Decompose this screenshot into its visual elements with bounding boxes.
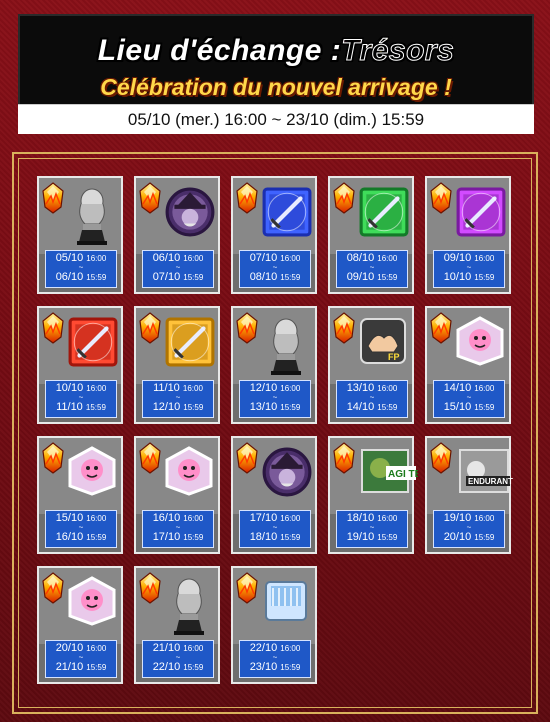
reward-art: FP: [330, 308, 412, 384]
reward-dates: 11/10 16:00 ~12/10 15:59: [142, 380, 214, 418]
reward-art: [136, 178, 218, 254]
reward-art: [330, 178, 412, 254]
reward-art: [427, 178, 509, 254]
character-card-icon: [67, 446, 117, 501]
reward-card[interactable]: 14/10 16:00 ~15/10 15:59: [425, 306, 511, 424]
reward-art: [136, 568, 218, 644]
reward-card[interactable]: 20/10 16:00 ~21/10 15:59: [37, 566, 123, 684]
reward-card[interactable]: 15/10 16:00 ~16/10 15:59: [37, 436, 123, 554]
reward-art: [39, 308, 121, 384]
reward-card[interactable]: 10/10 16:00 ~11/10 15:59: [37, 306, 123, 424]
reward-art: [136, 438, 218, 514]
reward-art: [136, 308, 218, 384]
character-card-icon: [67, 576, 117, 631]
event-subtitle: Célébration du nouvel arrivage !: [100, 74, 452, 100]
event-title-accent: Trésors: [341, 34, 455, 68]
reward-dates: 15/10 16:00 ~16/10 15:59: [45, 510, 117, 548]
reward-card[interactable]: 17/10 16:00 ~18/10 15:59: [231, 436, 317, 554]
dragon-stone-icon: [333, 442, 355, 474]
dragon-stone-icon: [42, 312, 64, 344]
svg-text:AGI TEQ: AGI TEQ: [388, 469, 418, 480]
reward-dates: 22/10 16:00 ~23/10 15:59: [239, 640, 311, 678]
sword-purple-icon: [455, 186, 507, 243]
reward-art: AGI TEQ: [330, 438, 429, 514]
reward-art: [233, 308, 315, 384]
dragon-stone-icon: [430, 182, 452, 214]
reward-dates: 07/10 16:00 ~08/10 15:59: [239, 250, 311, 288]
dragon-stone-icon: [333, 312, 355, 344]
reward-dates: 10/10 16:00 ~11/10 15:59: [45, 380, 117, 418]
reward-dates: 16/10 16:00 ~17/10 15:59: [142, 510, 214, 548]
reward-dates: 09/10 16:00 ~10/10 15:59: [433, 250, 505, 288]
silver-trophy-icon: [164, 576, 214, 641]
dragon-stone-icon: [430, 442, 452, 474]
reward-dates: 19/10 16:00 ~20/10 15:59: [433, 510, 505, 548]
reward-dates: 17/10 16:00 ~18/10 15:59: [239, 510, 311, 548]
crystal-card-icon: [261, 576, 311, 631]
dragon-stone-icon: [236, 442, 258, 474]
reward-dates: 18/10 16:00 ~19/10 15:59: [336, 510, 408, 548]
endurant-card-icon: ENDURANT: [455, 446, 517, 501]
reward-dates: 05/10 16:00 ~06/10 15:59: [45, 250, 117, 288]
reward-dates: 13/10 16:00 ~14/10 15:59: [336, 380, 408, 418]
reward-card[interactable]: 16/10 16:00 ~17/10 15:59: [134, 436, 220, 554]
dragon-stone-icon: [430, 312, 452, 344]
reward-art: [39, 438, 121, 514]
sword-gold-icon: [164, 316, 216, 373]
medal-icon: [261, 446, 313, 503]
reward-art: [39, 178, 121, 254]
character-card-icon: [455, 316, 505, 371]
reward-card[interactable]: 12/10 16:00 ~13/10 15:59: [231, 306, 317, 424]
sword-red-icon: [67, 316, 119, 373]
dragon-stone-icon: [139, 442, 161, 474]
reward-card[interactable]: 09/10 16:00 ~10/10 15:59: [425, 176, 511, 294]
reward-card[interactable]: 07/10 16:00 ~08/10 15:59: [231, 176, 317, 294]
silver-trophy-icon: [261, 316, 311, 381]
dragon-stone-icon: [139, 182, 161, 214]
dragon-stone-icon: [236, 572, 258, 604]
reward-art: ENDURANT: [427, 438, 513, 514]
dragon-stone-icon: [42, 182, 64, 214]
reward-dates: 21/10 16:00 ~22/10 15:59: [142, 640, 214, 678]
agi-teq-card-icon: AGI TEQ: [358, 446, 429, 501]
reward-card[interactable]: 11/10 16:00 ~12/10 15:59: [134, 306, 220, 424]
dragon-stone-icon: [333, 182, 355, 214]
silver-trophy-icon: [67, 186, 117, 251]
reward-art: [233, 438, 315, 514]
rewards-grid: 05/10 16:00 ~06/10 15:59 06/10 16:00 ~07/1…: [37, 176, 517, 696]
fp-card-icon: FP: [358, 316, 408, 371]
event-title: Lieu d'échange :Trésors: [97, 34, 455, 68]
dragon-stone-icon: [42, 442, 64, 474]
svg-text:FP: FP: [388, 352, 400, 362]
reward-card[interactable]: 21/10 16:00 ~22/10 15:59: [134, 566, 220, 684]
dragon-stone-icon: [236, 312, 258, 344]
svg-text:ENDURANT: ENDURANT: [468, 477, 513, 486]
reward-card[interactable]: ENDURANT 19/10 16:00 ~20/10 15:59: [425, 436, 513, 554]
reward-dates: 14/10 16:00 ~15/10 15:59: [433, 380, 505, 418]
character-card-icon: [164, 446, 214, 501]
reward-dates: 06/10 16:00 ~07/10 15:59: [142, 250, 214, 288]
reward-dates: 20/10 16:00 ~21/10 15:59: [45, 640, 117, 678]
sword-blue-icon: [261, 186, 313, 243]
dragon-stone-icon: [139, 572, 161, 604]
reward-card[interactable]: 08/10 16:00 ~09/10 15:59: [328, 176, 414, 294]
reward-art: [233, 178, 315, 254]
reward-card[interactable]: AGI TEQ 18/10 16:00~19/10 15:59: [328, 436, 429, 554]
reward-card[interactable]: 05/10 16:00 ~06/10 15:59: [37, 176, 123, 294]
reward-dates: 12/10 16:00 ~13/10 15:59: [239, 380, 311, 418]
dragon-stone-icon: [42, 572, 64, 604]
reward-card[interactable]: 22/10 16:00 ~23/10 15:59: [231, 566, 317, 684]
dragon-stone-icon: [236, 182, 258, 214]
event-date-range: 05/10 (mer.) 16:00 ~ 23/10 (dim.) 15:59: [18, 104, 534, 134]
reward-art: [427, 308, 509, 384]
reward-card[interactable]: 06/10 16:00 ~07/10 15:59: [134, 176, 220, 294]
reward-card[interactable]: FP 13/10 16:00 ~14/10 15:59: [328, 306, 414, 424]
reward-art: [233, 568, 315, 644]
reward-dates: 08/10 16:00 ~09/10 15:59: [336, 250, 408, 288]
sword-green-icon: [358, 186, 410, 243]
reward-art: [39, 568, 121, 644]
dragon-stone-icon: [139, 312, 161, 344]
medal-icon: [164, 186, 216, 243]
